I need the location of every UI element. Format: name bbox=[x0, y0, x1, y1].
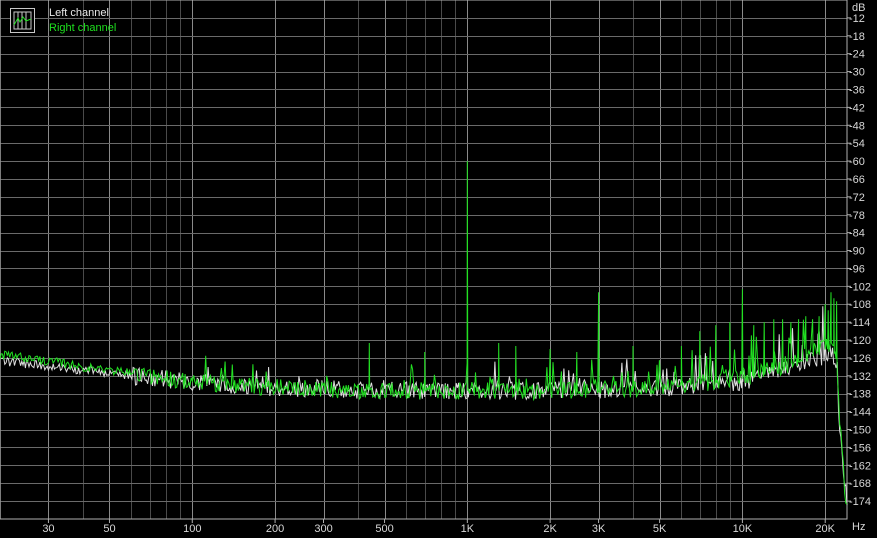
x-tick-label: 50 bbox=[103, 523, 115, 535]
spectrum-plot: -12 -18 -24 -30 -36 -42 -48 -54 -60 -66 -72 -78 -84 -… bbox=[0, 0, 877, 538]
y-axis-unit-label: dB bbox=[852, 2, 865, 14]
y-tick-label: -96 bbox=[849, 263, 865, 275]
y-tick-label: -42 bbox=[849, 102, 865, 114]
y-tick-label: -138 bbox=[849, 389, 871, 401]
y-tick-label: -108 bbox=[849, 299, 871, 311]
legend-right-channel: Right channel bbox=[49, 22, 117, 34]
x-tick-label: 5K bbox=[653, 523, 667, 535]
x-tick-label: 10K bbox=[733, 523, 753, 535]
y-tick-label: -90 bbox=[849, 246, 865, 258]
y-tick-label: -12 bbox=[849, 13, 865, 25]
y-tick-label: -84 bbox=[849, 228, 865, 240]
x-tick-label: 3K bbox=[592, 523, 606, 535]
legend-left-channel: Left channel bbox=[49, 7, 109, 19]
y-tick-label: -126 bbox=[849, 353, 871, 365]
x-tick-label: 1K bbox=[461, 523, 475, 535]
x-tick-label: 30 bbox=[42, 523, 54, 535]
y-tick-label: -66 bbox=[849, 174, 865, 186]
y-tick-label: -78 bbox=[849, 210, 865, 222]
y-tick-label: -48 bbox=[849, 120, 865, 132]
legend-spectrum-icon bbox=[10, 8, 35, 33]
y-tick-label: -162 bbox=[849, 460, 871, 472]
y-tick-label: -24 bbox=[849, 49, 865, 61]
y-tick-label: -36 bbox=[849, 84, 865, 96]
x-tick-label: 500 bbox=[375, 523, 393, 535]
y-tick-label: -30 bbox=[849, 67, 865, 79]
y-tick-label: -102 bbox=[849, 281, 871, 293]
x-tick-label: 100 bbox=[183, 523, 201, 535]
y-tick-label: -174 bbox=[849, 496, 871, 508]
y-tick-label: -54 bbox=[849, 138, 865, 150]
x-tick-label: 200 bbox=[266, 523, 284, 535]
y-tick-label: -60 bbox=[849, 156, 865, 168]
x-tick-label: 20K bbox=[815, 523, 835, 535]
y-tick-label: -132 bbox=[849, 371, 871, 383]
y-tick-label: -72 bbox=[849, 192, 865, 204]
y-tick-label: -120 bbox=[849, 335, 871, 347]
x-tick-label: 300 bbox=[314, 523, 332, 535]
y-tick-label: -144 bbox=[849, 407, 871, 419]
y-tick-label: -150 bbox=[849, 425, 871, 437]
y-tick-label: -18 bbox=[849, 31, 865, 43]
x-axis-unit-label: Hz bbox=[852, 521, 865, 533]
legend: Left channel Right channel bbox=[7, 5, 127, 39]
y-tick-label: -168 bbox=[849, 478, 871, 490]
y-tick-label: -114 bbox=[849, 317, 870, 329]
x-tick-label: 2K bbox=[543, 523, 557, 535]
y-tick-label: -156 bbox=[849, 442, 871, 454]
